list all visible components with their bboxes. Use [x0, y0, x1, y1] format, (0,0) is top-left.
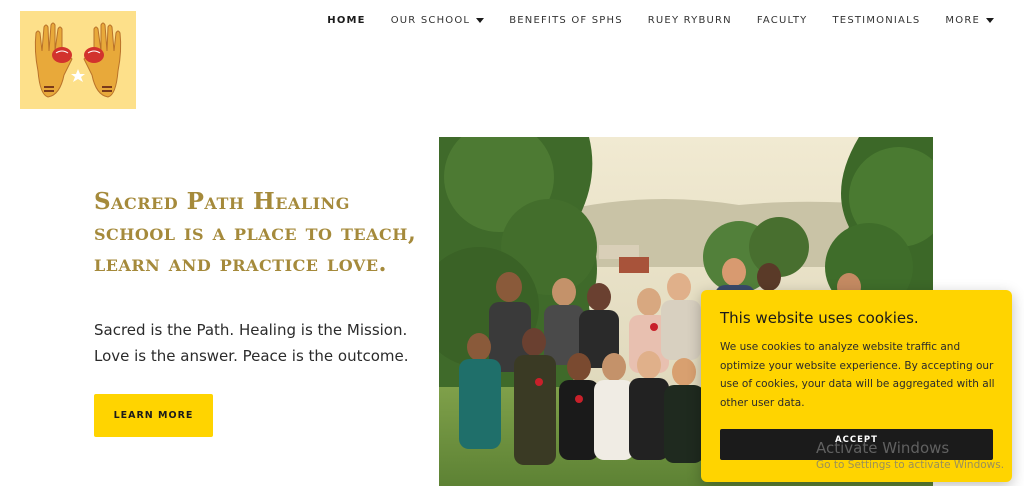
- nav-faculty[interactable]: FACULTY: [757, 15, 808, 26]
- nav-ruey-ryburn[interactable]: RUEY RYBURN: [648, 15, 732, 26]
- cookie-banner: This website uses cookies. We use cookie…: [701, 290, 1012, 482]
- cookie-body: We use cookies to analyze website traffi…: [720, 341, 995, 409]
- nav-faculty-label: FACULTY: [756, 15, 808, 26]
- nav-testimonials[interactable]: TESTIMONIALS: [833, 15, 921, 26]
- hero-heading: Sacred Path Healing school is a place to…: [94, 188, 417, 277]
- hero-subtext: Sacred is the Path. Healing is the Missi…: [94, 321, 409, 365]
- accept-cookies-button[interactable]: ACCEPT: [720, 429, 993, 460]
- caret-down-icon: [986, 18, 994, 23]
- learn-more-button[interactable]: LEARN MORE: [94, 394, 213, 437]
- caret-down-icon: [476, 18, 485, 23]
- nav-ruey-ryburn-label: RUEY RYBURN: [647, 15, 732, 26]
- nav-our-school[interactable]: OUR SCHOOL: [390, 15, 485, 26]
- nav-more-label: MORE: [945, 15, 980, 26]
- nav-our-school-label: OUR SCHOOL: [390, 15, 471, 26]
- nav-home[interactable]: HOME: [327, 15, 365, 26]
- nav-benefits[interactable]: BENEFITS OF SPHS: [509, 15, 623, 26]
- hands-heart-logo-icon: [20, 11, 136, 109]
- nav-benefits-label: BENEFITS OF SPHS: [509, 15, 623, 26]
- site-logo[interactable]: [20, 11, 136, 109]
- cookie-title: This website uses cookies.: [720, 309, 919, 327]
- nav-more[interactable]: MORE: [945, 15, 994, 26]
- nav-home-label: HOME: [327, 15, 366, 26]
- nav-testimonials-label: TESTIMONIALS: [832, 15, 921, 26]
- main-nav: HOME OUR SCHOOL BENEFITS OF SPHS RUEY RY…: [327, 15, 994, 26]
